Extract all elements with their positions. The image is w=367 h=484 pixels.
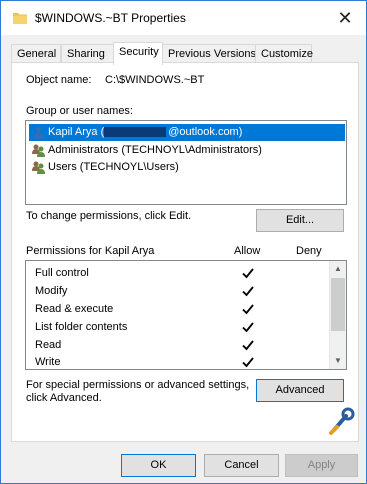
scroll-thumb[interactable] xyxy=(331,278,345,331)
tab-customize[interactable]: Customize xyxy=(255,44,313,64)
allow-check-icon xyxy=(242,340,254,351)
permission-row: Read & execute xyxy=(35,300,113,318)
permission-name: Full control xyxy=(35,267,89,279)
permissions-header: Permissions for Kapil Arya xyxy=(26,245,155,257)
allow-check-icon xyxy=(242,322,254,333)
user-label: Kapil Arya ( @outlook.com) xyxy=(48,124,242,141)
permission-name: Modify xyxy=(35,285,68,297)
title-bar[interactable]: $WINDOWS.~BT Properties ✕ xyxy=(1,1,366,35)
redaction-block xyxy=(104,127,167,138)
cancel-button[interactable]: Cancel xyxy=(204,454,279,477)
allow-check-icon xyxy=(242,357,254,368)
permission-row: Read xyxy=(35,336,61,354)
permission-name: Read & execute xyxy=(35,303,114,315)
user-name-prefix: Kapil Arya ( xyxy=(48,126,105,138)
ok-button[interactable]: OK xyxy=(121,454,196,477)
object-name-label: Object name: xyxy=(26,74,92,86)
edit-button[interactable]: Edit... xyxy=(256,209,344,232)
group-icon xyxy=(32,144,45,157)
group-icon xyxy=(32,161,45,174)
scroll-up-arrow-icon[interactable]: ▲ xyxy=(330,261,346,277)
user-label: Users (TECHNOYL\Users) xyxy=(48,161,179,173)
user-email-suffix: @outlook.com) xyxy=(168,126,243,138)
user-list-item-kapil[interactable]: Kapil Arya ( @outlook.com) xyxy=(29,124,345,141)
tab-sharing[interactable]: Sharing xyxy=(61,44,114,64)
permission-row: Write xyxy=(35,353,60,371)
allow-check-icon xyxy=(242,304,254,315)
permission-name: List folder contents xyxy=(35,321,128,333)
permission-name: Read xyxy=(35,339,62,351)
allow-check-icon xyxy=(242,268,254,279)
permission-row: List folder contents xyxy=(35,318,127,336)
group-names-label: Group or user names: xyxy=(26,105,133,117)
permissions-list[interactable]: Full control Modify Read & execute List … xyxy=(25,260,347,370)
object-name-value: C:\$WINDOWS.~BT xyxy=(105,74,205,86)
user-icon xyxy=(33,126,44,139)
advanced-button[interactable]: Advanced xyxy=(256,379,344,402)
click-advanced-text: click Advanced. xyxy=(26,392,102,404)
user-list[interactable]: Kapil Arya ( @outlook.com) Administrators… xyxy=(25,120,347,205)
permission-row: Modify xyxy=(35,282,67,300)
special-permissions-text: For special permissions or advanced sett… xyxy=(26,379,250,391)
scroll-down-arrow-icon[interactable]: ▼ xyxy=(330,353,346,369)
allow-column-header: Allow xyxy=(234,245,261,257)
window-title: $WINDOWS.~BT Properties xyxy=(35,11,186,25)
close-button[interactable]: ✕ xyxy=(334,7,356,29)
security-panel: Object name: C:\$WINDOWS.~BT Group or us… xyxy=(11,62,359,442)
tab-security[interactable]: Security xyxy=(113,42,163,65)
change-permissions-text: To change permissions, click Edit. xyxy=(26,210,192,222)
deny-column-header: Deny xyxy=(296,245,322,257)
tab-general[interactable]: General xyxy=(11,44,61,64)
close-icon: ✕ xyxy=(337,8,353,28)
watermark-wrench-icon xyxy=(329,407,355,435)
permission-row: Full control xyxy=(35,264,89,282)
allow-check-icon xyxy=(242,286,254,297)
properties-window: $WINDOWS.~BT Properties ✕ General Sharin… xyxy=(0,0,367,484)
user-label: Administrators (TECHNOYL\Administrators) xyxy=(48,144,262,156)
apply-button[interactable]: Apply xyxy=(285,454,358,477)
folder-icon xyxy=(13,13,27,24)
permission-name: Write xyxy=(35,356,61,368)
tab-previous-versions[interactable]: Previous Versions xyxy=(162,44,256,64)
permissions-scrollbar[interactable]: ▲ ▼ xyxy=(329,261,346,369)
